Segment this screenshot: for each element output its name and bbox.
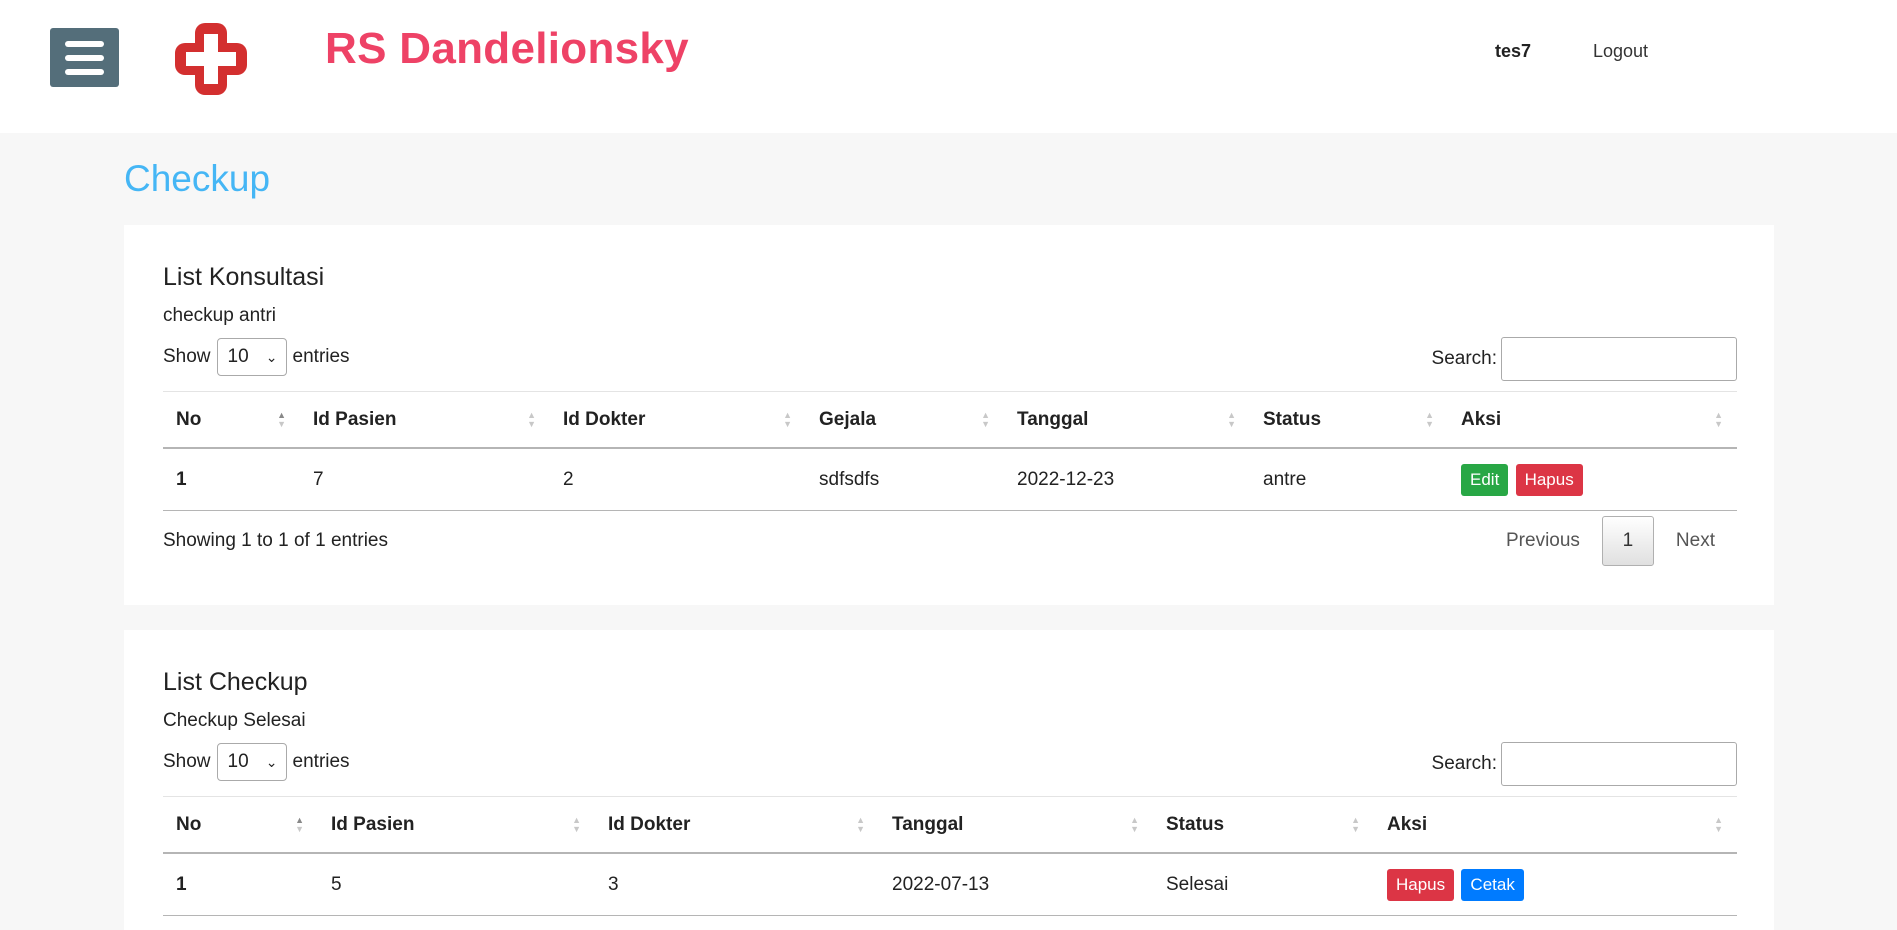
hapus-button[interactable]: Hapus [1387, 868, 1455, 901]
column-header-tanggal[interactable]: Tanggal ▲ ▼ [879, 797, 1153, 854]
column-header-status[interactable]: Status ▲ ▼ [1153, 797, 1374, 854]
column-header-aksi[interactable]: Aksi ▲ ▼ [1374, 797, 1737, 854]
column-header-id-dokter[interactable]: Id Dokter ▲ ▼ [550, 392, 806, 449]
search-label: Search: [1431, 753, 1497, 774]
cell-id-pasien: 5 [331, 873, 342, 895]
table-row: 1 5 3 2022-07-13 Selesai Hapus Cetak [163, 853, 1737, 916]
chevron-down-icon: ⌄ [265, 753, 278, 770]
sort-icon: ▲ ▼ [1714, 814, 1723, 834]
sort-icon: ▲ ▼ [572, 814, 581, 834]
page-title: Checkup [124, 158, 271, 199]
entries-select[interactable]: 10 ⌄ [216, 743, 287, 781]
column-header-tanggal[interactable]: Tanggal ▲ ▼ [1004, 392, 1250, 449]
username-label: tes7 [1495, 41, 1532, 61]
cell-status: antre [1263, 468, 1307, 490]
show-label: Show [163, 751, 211, 772]
entries-value: 10 [227, 346, 249, 367]
search-control: Search: [1432, 742, 1737, 786]
sort-icon: ▲ ▼ [981, 409, 990, 429]
sort-icon: ▲ ▼ [1227, 409, 1236, 429]
checkup-card: List Checkup Checkup Selesai Show 10 ⌄ e… [124, 630, 1774, 930]
hapus-button[interactable]: Hapus [1515, 463, 1583, 496]
cell-id-dokter: 3 [608, 873, 619, 895]
show-label: Show [163, 346, 211, 367]
cell-status: Selesai [1166, 873, 1229, 895]
sort-icon: ▲ ▼ [1130, 814, 1139, 834]
checkup-table: No ▲ ▼ Id Pasien ▲ ▼ Id Dokter ▲ ▼ Tanggal ▲ ▼ S… [163, 796, 1737, 916]
entries-select[interactable]: 10 ⌄ [216, 338, 287, 376]
column-header-id-dokter[interactable]: Id Dokter ▲ ▼ [595, 797, 879, 854]
sort-icon: ▲ ▼ [783, 409, 792, 429]
column-header-no[interactable]: No ▲ ▼ [163, 392, 300, 449]
card-subtitle: checkup antri [163, 305, 277, 326]
sort-icon: ▲ ▼ [1351, 814, 1360, 834]
column-header-id-pasien[interactable]: Id Pasien ▲ ▼ [318, 797, 595, 854]
column-header-no[interactable]: No ▲ ▼ [163, 797, 318, 854]
sort-icon: ▲ ▼ [295, 814, 304, 834]
length-control: Show 10 ⌄ entries [163, 338, 350, 376]
current-page-button[interactable]: 1 [1601, 516, 1654, 566]
card-title: List Checkup [163, 668, 308, 696]
search-input[interactable] [1501, 742, 1737, 786]
entries-label: entries [292, 751, 350, 772]
cell-no: 1 [176, 873, 187, 895]
cell-id-pasien: 7 [313, 468, 324, 490]
red-cross-logo-icon [175, 23, 247, 95]
cell-tanggal: 2022-12-23 [1017, 468, 1115, 490]
search-label: Search: [1431, 348, 1497, 369]
sort-icon: ▲ ▼ [856, 814, 865, 834]
brand-title: RS Dandelionsky [325, 24, 689, 73]
chevron-down-icon: ⌄ [265, 348, 278, 365]
table-header-row: No ▲ ▼ Id Pasien ▲ ▼ Id Dokter ▲ ▼ Tanggal ▲ ▼ S… [163, 796, 1737, 854]
table-row: 1 7 2 sdfsdfs 2022-12-23 antre Edit Hapu… [163, 448, 1737, 511]
edit-button[interactable]: Edit [1461, 463, 1509, 496]
pagination: Previous 1 Next [1484, 516, 1737, 566]
hamburger-menu-button[interactable] [50, 28, 119, 87]
column-header-gejala[interactable]: Gejala ▲ ▼ [806, 392, 1004, 449]
entries-label: entries [292, 346, 350, 367]
table-header-row: No ▲ ▼ Id Pasien ▲ ▼ Id Dokter ▲ ▼ Gejala ▲ ▼ Ta… [163, 391, 1737, 449]
length-control: Show 10 ⌄ entries [163, 743, 350, 781]
next-page-button[interactable]: Next [1654, 530, 1737, 552]
logout-link[interactable]: Logout [1593, 41, 1648, 62]
sort-icon: ▲ ▼ [1714, 409, 1723, 429]
column-header-status[interactable]: Status ▲ ▼ [1250, 392, 1448, 449]
sort-icon: ▲ ▼ [1425, 409, 1434, 429]
konsultasi-table: No ▲ ▼ Id Pasien ▲ ▼ Id Dokter ▲ ▼ Gejala ▲ ▼ Ta… [163, 391, 1737, 511]
cell-id-dokter: 2 [563, 468, 574, 490]
cetak-button[interactable]: Cetak [1461, 868, 1524, 901]
card-title: List Konsultasi [163, 263, 325, 291]
card-subtitle: Checkup Selesai [163, 710, 306, 731]
sort-icon: ▲ ▼ [277, 409, 286, 429]
entries-value: 10 [227, 751, 249, 772]
search-control: Search: [1432, 337, 1737, 381]
previous-page-button[interactable]: Previous [1484, 530, 1602, 552]
cell-gejala: sdfsdfs [819, 468, 880, 490]
top-navbar: RS Dandelionsky tes7 Logout [0, 0, 1897, 133]
hamburger-icon [65, 41, 104, 47]
cell-aksi: Edit Hapus [1448, 448, 1737, 511]
column-header-id-pasien[interactable]: Id Pasien ▲ ▼ [300, 392, 550, 449]
sort-icon: ▲ ▼ [527, 409, 536, 429]
search-input[interactable] [1501, 337, 1737, 381]
cell-tanggal: 2022-07-13 [892, 873, 990, 895]
table-info: Showing 1 to 1 of 1 entries [163, 530, 388, 551]
column-header-aksi[interactable]: Aksi ▲ ▼ [1448, 392, 1737, 449]
cell-aksi: Hapus Cetak [1374, 853, 1737, 916]
konsultasi-card: List Konsultasi checkup antri Show 10 ⌄ … [124, 225, 1774, 605]
cell-no: 1 [176, 468, 187, 490]
